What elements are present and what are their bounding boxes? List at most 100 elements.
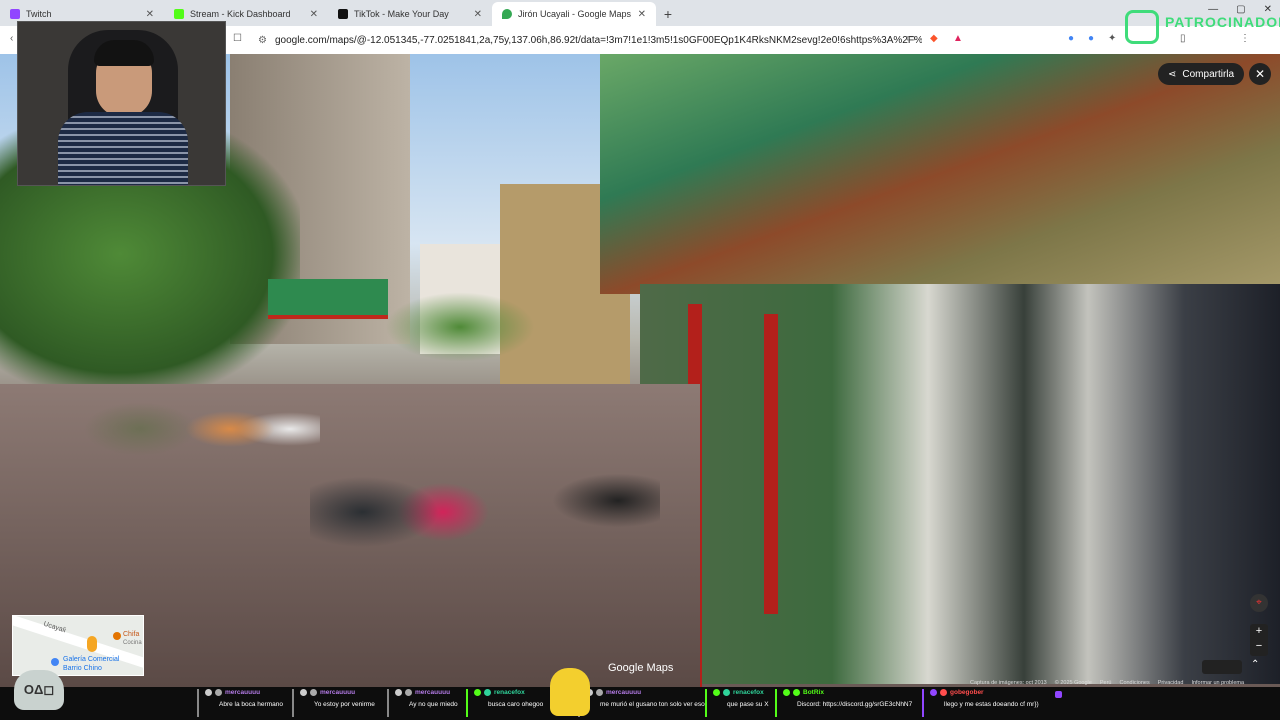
mini-map[interactable]: Ucayali Chifa Cocina Galería Comercial B… <box>12 615 144 676</box>
avatar-icon <box>484 689 491 696</box>
poi-sublabel: Barrio Chino <box>63 665 102 672</box>
avatar-icon <box>940 689 947 696</box>
brave-rewards-icon[interactable]: ▲ <box>953 33 963 44</box>
chat-message: mercauuuu Abre la boca hermano <box>197 689 283 717</box>
mascot-avatar: OΔ◻ <box>14 670 64 710</box>
badge-icon <box>395 689 402 696</box>
tab-title: Stream - Kick Dashboard <box>190 9 291 19</box>
badge-icon <box>713 689 720 696</box>
badge-icon <box>205 689 212 696</box>
chat-text: Abre la boca hermano <box>219 701 283 708</box>
shop-wall-right <box>640 284 1280 684</box>
footer-link-terms[interactable]: Condiciones <box>1119 680 1149 686</box>
chat-username: mercauuuu <box>606 689 642 696</box>
collapse-icon[interactable]: ⌃ <box>1251 659 1259 670</box>
chat-text: que pase su X <box>727 701 769 708</box>
red-pillar <box>764 314 778 614</box>
close-tab-icon[interactable]: ✕ <box>146 9 154 20</box>
avatar-icon <box>405 689 412 696</box>
sponsor-label: PATROCINADOR <box>1165 14 1280 30</box>
bookmark-icon[interactable]: ☐ <box>233 33 242 44</box>
chat-text: busca caro ohegoo <box>488 701 544 708</box>
pedestrians-left <box>20 344 320 514</box>
chat-username: renacefox <box>494 689 525 696</box>
poi-sublabel: Cocina <box>123 640 142 646</box>
close-street-view-button[interactable]: ✕ <box>1249 63 1271 85</box>
twitch-icon <box>10 9 20 19</box>
bot-icon <box>793 689 800 696</box>
avatar-icon <box>310 689 317 696</box>
close-tab-icon[interactable]: ✕ <box>310 9 318 20</box>
chat-overlay-bar: mercauuuu Abre la boca hermano mercauuuu… <box>0 687 1280 720</box>
extension-icon[interactable]: ● <box>1068 33 1074 44</box>
restaurant-pin-icon <box>113 632 121 640</box>
tab-title: Jirón Ucayali - Google Maps <box>518 9 632 19</box>
chat-text: Yo estoy por venirme <box>314 701 375 708</box>
chat-message: renacefox busca caro ohegoo <box>466 689 543 717</box>
sidebar-icon[interactable]: ▯ <box>1180 33 1186 44</box>
brave-shield-icon[interactable]: ◆ <box>930 33 938 44</box>
kick-icon <box>174 9 184 19</box>
capture-date: Captura de imágenes: oct 2013 <box>970 680 1047 686</box>
chinese-gate-left <box>268 279 388 319</box>
chat-username: gobegober <box>950 689 984 696</box>
extension-icon[interactable]: ● <box>1088 33 1094 44</box>
tree-center <box>385 292 535 362</box>
shopping-pin-icon <box>51 658 59 666</box>
chat-message: BotRix Discord: https://discord.gg/srGE3… <box>775 689 912 717</box>
chat-text: llego y me estas doeando cf mr}) <box>944 701 1039 708</box>
map-footer: Captura de imágenes: oct 2013 © 2025 Goo… <box>970 680 1244 686</box>
tab-google-maps[interactable]: Jirón Ucayali - Google Maps ✕ <box>492 2 656 26</box>
share-label: Compartirla <box>1182 68 1235 80</box>
maps-pin-icon <box>502 9 512 19</box>
avatar-icon <box>215 689 222 696</box>
chat-message: mercauuuu Yo estoy por venirme <box>292 689 375 717</box>
badge-icon <box>300 689 307 696</box>
chat-text: me murió el gusano ton solo ver eso <box>600 701 705 708</box>
sponsor-bot-icon <box>1125 10 1159 44</box>
chat-end-badge-icon <box>1055 691 1062 698</box>
chat-message: mercauuuu me murió el gusano ton solo ve… <box>578 689 705 717</box>
footer-link-privacy[interactable]: Privacidad <box>1158 680 1184 686</box>
chat-text: Ay no que miedo <box>409 701 458 708</box>
back-icon[interactable]: ‹ <box>10 33 13 44</box>
chat-username: BotRix <box>803 689 824 696</box>
zoom-control: + − <box>1250 624 1268 656</box>
copyright: © 2025 Google <box>1054 680 1092 686</box>
address-bar[interactable]: ⚙ google.com/maps/@-12.051345,-77.025184… <box>252 29 922 51</box>
zoom-in-button[interactable]: + <box>1250 624 1268 639</box>
chat-message: renacefox que pase su X <box>705 689 769 717</box>
tab-tiktok[interactable]: TikTok - Make Your Day ✕ <box>328 2 492 26</box>
site-settings-icon[interactable]: ⚙ <box>258 35 267 46</box>
chat-message: mercauuuu Ay no que miedo <box>387 689 458 717</box>
chat-username: renacefox <box>733 689 764 696</box>
menu-icon[interactable]: ⋮ <box>1240 33 1250 44</box>
footer-link-report[interactable]: Informar un problema <box>1191 680 1244 686</box>
webcam-overlay <box>17 21 226 186</box>
extensions-puzzle-icon[interactable]: ✦ <box>1108 33 1116 44</box>
chat-username: mercauuuu <box>415 689 451 696</box>
share-button[interactable]: ⋖ Compartirla <box>1158 63 1245 85</box>
badge-icon <box>474 689 481 696</box>
avatar-icon <box>723 689 730 696</box>
chat-message: gobegober llego y me estas doeando cf mr… <box>922 689 1039 717</box>
chinese-gate-right <box>600 54 1280 294</box>
poi-label: Chifa <box>123 631 140 638</box>
cast-icon[interactable]: ▭ <box>906 33 915 44</box>
striped-shirt <box>58 112 188 185</box>
badge-icon <box>930 689 937 696</box>
zoom-out-button[interactable]: − <box>1250 639 1268 654</box>
avatar-icon <box>596 689 603 696</box>
compass-icon[interactable]: ⌖ <box>1250 594 1268 612</box>
chat-text: Discord: https://discord.gg/srGE3cNhN7 <box>797 701 913 708</box>
close-tab-icon[interactable]: ✕ <box>638 9 646 20</box>
close-tab-icon[interactable]: ✕ <box>474 9 482 20</box>
badge-icon <box>783 689 790 696</box>
pedestrians <box>310 374 660 604</box>
google-maps-logo: Google Maps <box>608 662 674 674</box>
layers-toggle[interactable] <box>1202 660 1242 674</box>
new-tab-button[interactable]: + <box>656 2 680 26</box>
chat-username: mercauuuu <box>225 689 261 696</box>
pegman-icon <box>87 636 97 652</box>
footer-link-country[interactable]: Perú <box>1100 680 1112 686</box>
